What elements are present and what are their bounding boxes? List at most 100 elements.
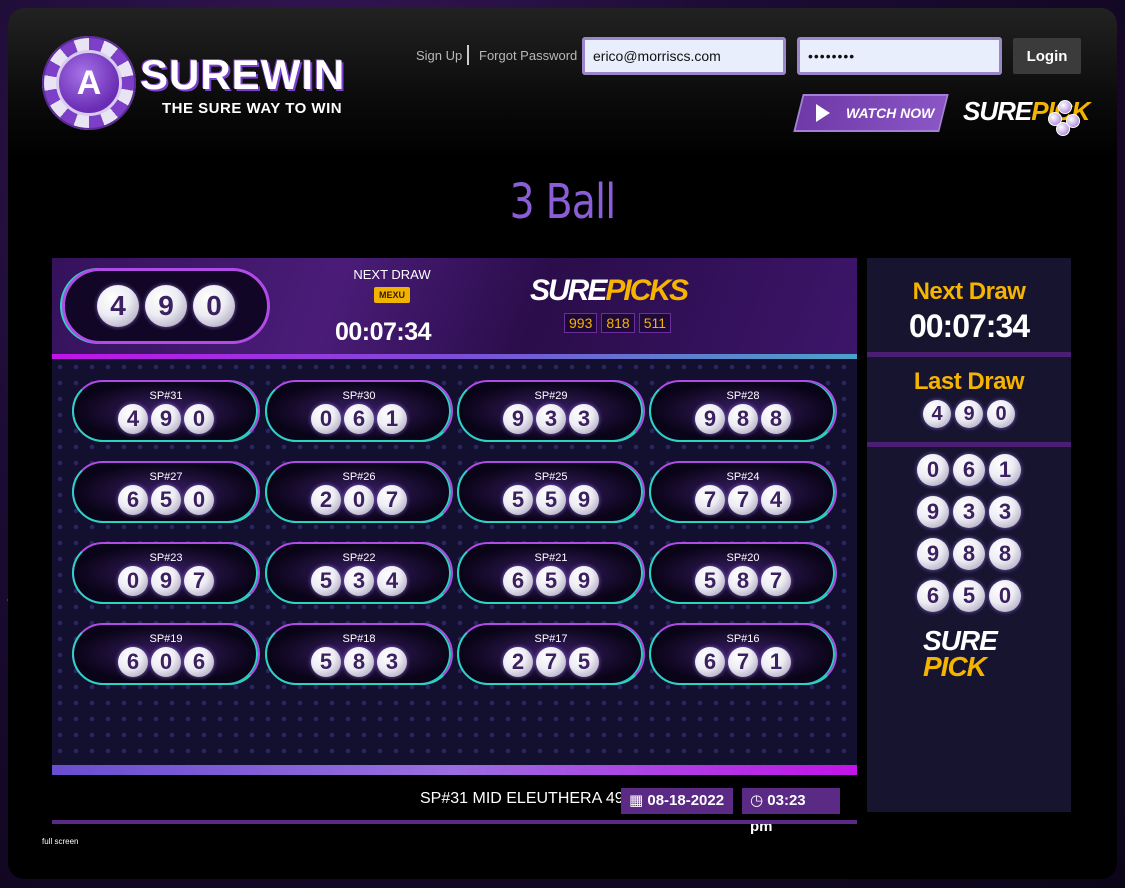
login-button[interactable]: Login	[1013, 38, 1081, 74]
password-field[interactable]	[797, 37, 1002, 75]
sidebar-divider	[867, 442, 1071, 447]
result-balls: 490	[74, 404, 258, 434]
ball: 9	[569, 566, 599, 596]
chip-letter: A	[56, 50, 122, 116]
ball: 6	[118, 485, 148, 515]
ball: 0	[118, 566, 148, 596]
ball: 9	[151, 404, 181, 434]
countdown-timer: 00:07:34	[334, 318, 432, 346]
result-balls: 587	[651, 566, 835, 596]
result-card: SP#24 7 7 4	[649, 461, 837, 523]
result-balls: 097	[74, 566, 258, 596]
surepicks-logo: SUREPICKS	[530, 274, 689, 308]
date-box: ▦ 08-18-2022	[621, 788, 733, 814]
surewin-logo[interactable]: A SUREWIN THE SURE WAY TO WIN	[42, 36, 362, 132]
result-card: SP#26 2 0 7	[265, 461, 453, 523]
result-balls: 671	[651, 647, 835, 677]
current-result-pill: 4 9 0	[62, 268, 270, 344]
result-card: SP#27 6 5 0	[72, 461, 260, 523]
ball: 8	[344, 647, 374, 677]
watch-now-label: WATCH NOW	[846, 105, 935, 121]
ball: 6	[503, 566, 533, 596]
result-balls: 534	[267, 566, 451, 596]
clock-icon: ◷	[750, 792, 764, 809]
result-label: SP#30	[342, 390, 376, 402]
surepicks-picks-text: PICKS	[605, 274, 689, 307]
ball: 0	[989, 580, 1021, 612]
result-label: SP#20	[726, 552, 760, 564]
ball: 8	[953, 538, 985, 570]
ball: 5	[953, 580, 985, 612]
sign-up-link[interactable]: Sign Up	[416, 48, 462, 63]
ball: 7	[695, 485, 725, 515]
result-label: SP#18	[342, 633, 376, 645]
ball: 7	[184, 566, 214, 596]
surepicks-numbers: 993 818 511	[564, 313, 672, 333]
result-card: SP#22 5 3 4	[265, 542, 453, 604]
result-card: SP#20 5 8 7	[649, 542, 837, 604]
ball: 0	[184, 485, 214, 515]
result-balls: 659	[459, 566, 643, 596]
result-balls: 061	[267, 404, 451, 434]
draw-info-text: SP#31 MID ELEUTHERA 49	[420, 790, 624, 807]
history-row: 061	[867, 454, 1071, 486]
ball: 6	[953, 454, 985, 486]
result-card: SP#28 9 8 8	[649, 380, 837, 442]
ball: 3	[344, 566, 374, 596]
ball: 8	[728, 566, 758, 596]
ball: 4	[761, 485, 791, 515]
ball: 5	[536, 566, 566, 596]
result-label: SP#17	[534, 633, 568, 645]
ball: 5	[311, 566, 341, 596]
ball: 7	[728, 485, 758, 515]
ball: 3	[536, 404, 566, 434]
time-box: ◷ 03:23 pm	[742, 788, 840, 835]
sidebar-countdown: 00:07:34	[908, 308, 1030, 344]
ball: 7	[377, 485, 407, 515]
result-label: SP#28	[726, 390, 760, 402]
ball: 6	[184, 647, 214, 677]
ball: 9	[917, 496, 949, 528]
ball: 0	[987, 400, 1015, 428]
draw-info-bar: SP#31 MID ELEUTHERA 49 ▦ 08-18-2022 ◷ 03…	[52, 784, 857, 835]
logo-tagline: THE SURE WAY TO WIN	[162, 100, 343, 117]
result-label: SP#31	[149, 390, 183, 402]
pick-number: 818	[601, 313, 635, 333]
full-screen-link[interactable]: full screen	[42, 837, 78, 846]
email-field[interactable]	[582, 37, 786, 75]
ball: 4	[377, 566, 407, 596]
ball: 2	[311, 485, 341, 515]
forgot-password-link[interactable]: Forgot Password	[479, 48, 577, 63]
ball: 9	[569, 485, 599, 515]
ball: 5	[503, 485, 533, 515]
history-row: 988	[867, 538, 1071, 570]
ball: 6	[118, 647, 148, 677]
surepick-logo-sidebar: SURE PICK	[923, 627, 998, 681]
ball: 3	[377, 647, 407, 677]
ball: 4	[118, 404, 148, 434]
result-label: SP#25	[534, 471, 568, 483]
result-balls: 275	[459, 647, 643, 677]
ball: 1	[377, 404, 407, 434]
result-card: SP#17 2 7 5	[457, 623, 645, 685]
ball: 6	[917, 580, 949, 612]
result-balls: 933	[459, 404, 643, 434]
result-balls: 606	[74, 647, 258, 677]
ball: 9	[151, 566, 181, 596]
result-balls: 207	[267, 485, 451, 515]
ball: 7	[536, 647, 566, 677]
result-label: SP#16	[726, 633, 760, 645]
result-card: SP#21 6 5 9	[457, 542, 645, 604]
watch-now-button[interactable]: WATCH NOW	[793, 94, 949, 132]
ball: 3	[953, 496, 985, 528]
result-balls: 583	[267, 647, 451, 677]
result-balls: 988	[651, 404, 835, 434]
ball: 9	[695, 404, 725, 434]
result-card: SP#30 0 6 1	[265, 380, 453, 442]
ball: 0	[917, 454, 949, 486]
ball: 6	[695, 647, 725, 677]
result-label: SP#23	[149, 552, 183, 564]
ball: 6	[344, 404, 374, 434]
page-title: 3 Ball	[509, 174, 616, 230]
ball: 4	[923, 400, 951, 428]
